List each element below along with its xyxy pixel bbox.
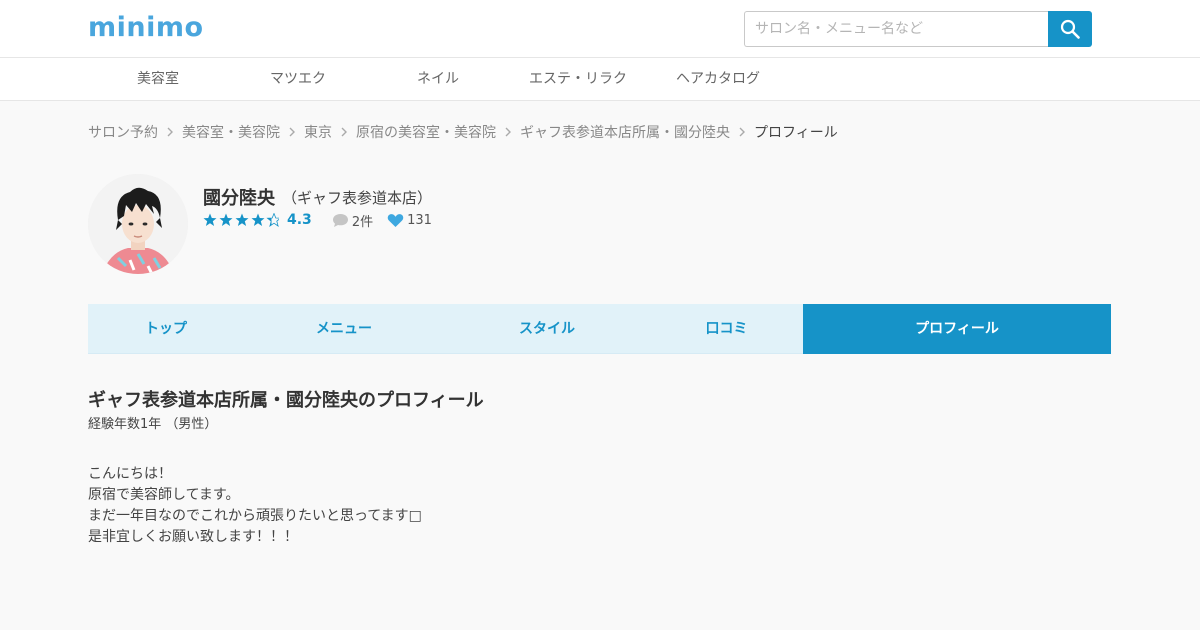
profile-title: ギャフ表参道本店所属・國分陸央のプロフィール (88, 390, 484, 411)
breadcrumb-item-harajuku[interactable]: 原宿の美容室・美容院 (356, 122, 496, 142)
minimo-logo[interactable]: minimo (88, 12, 204, 43)
bio-line: 原宿で美容師してます。 (88, 487, 240, 503)
bio-line: こんにちは！ (88, 466, 172, 482)
tab-reviews[interactable]: 口コミ (650, 304, 803, 354)
comment-icon (332, 213, 348, 227)
profile-bio: こんにちは！ 原宿で美容師してます。 まだ一年目なのでこれから頑張りたいと思って… (88, 464, 422, 548)
breadcrumb-item-tokyo[interactable]: 東京 (304, 122, 332, 142)
stylist-avatar (88, 174, 188, 274)
search-input[interactable] (744, 11, 1049, 47)
tab-menu[interactable]: メニュー (244, 304, 444, 354)
search-button[interactable] (1048, 11, 1092, 47)
site-header: minimo (0, 0, 1200, 58)
chevron-right-icon (332, 122, 356, 142)
search-icon (1060, 19, 1080, 39)
heart-icon (387, 213, 404, 227)
chevron-right-icon (730, 122, 754, 142)
rating-value: 4.3 (287, 212, 312, 228)
like-count[interactable]: 131 (387, 213, 432, 228)
star-icon (219, 213, 233, 226)
breadcrumb-item-stylist[interactable]: ギャフ表参道本店所属・國分陸央 (520, 122, 730, 142)
rating-stars (203, 213, 279, 227)
star-icon (203, 213, 217, 226)
breadcrumb-item-profile: プロフィール (754, 125, 838, 141)
stylist-salon-name[interactable]: （ギャフ表参道本店） (282, 187, 432, 208)
nav-item-nail[interactable]: ネイル (368, 58, 508, 101)
chevron-right-icon (280, 122, 304, 142)
tab-profile[interactable]: プロフィール (803, 304, 1111, 354)
review-count-label: 2件 (351, 214, 374, 230)
profile-experience: 経験年数1年 （男性） (88, 417, 218, 432)
nav-item-esthetic-relax[interactable]: エステ・リラク (508, 58, 648, 101)
star-icon (235, 213, 249, 226)
nav-item-eyelash[interactable]: マツエク (228, 58, 368, 101)
stylist-name: 國分陸央 (203, 188, 275, 209)
bio-line: 是非宜しくお願い致します！！！ (88, 529, 298, 545)
bio-line: まだ一年目なのでこれから頑張りたいと思ってます□ (88, 508, 422, 524)
breadcrumb: サロン予約 美容室・美容院 東京 原宿の美容室・美容院 ギャフ表参道本店所属・國… (88, 122, 838, 142)
nav-item-hair-salon[interactable]: 美容室 (88, 58, 228, 101)
chevron-right-icon (496, 122, 520, 142)
tab-style[interactable]: スタイル (444, 304, 650, 354)
tab-top[interactable]: トップ (88, 304, 244, 354)
review-count[interactable]: 2件 (332, 211, 373, 230)
stylist-meta: 4.3 2件 131 (203, 211, 432, 230)
chevron-right-icon (158, 122, 182, 142)
like-count-label: 131 (407, 212, 432, 228)
half-star-icon (266, 213, 279, 227)
search-box (744, 11, 1092, 47)
profile-tabs: トップ メニュー スタイル 口コミ プロフィール (88, 304, 1111, 354)
nav-item-hair-catalog[interactable]: ヘアカタログ (648, 58, 788, 101)
category-nav: 美容室 マツエク ネイル エステ・リラク ヘアカタログ (0, 58, 1200, 101)
breadcrumb-item-hair-salon[interactable]: 美容室・美容院 (182, 122, 280, 142)
breadcrumb-item-salon-booking[interactable]: サロン予約 (88, 122, 158, 142)
star-icon (251, 213, 265, 226)
